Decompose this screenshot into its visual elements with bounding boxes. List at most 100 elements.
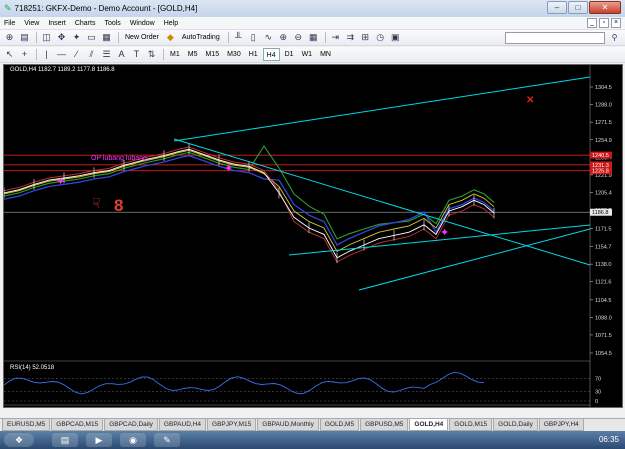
candlestick-icon[interactable]: ▯ xyxy=(247,31,260,44)
periods-icon[interactable]: ◷ xyxy=(374,31,387,44)
price-tick-label: 1054.5 xyxy=(595,351,612,357)
meta-editor-icon[interactable]: ◆ xyxy=(164,31,177,44)
crosshair-icon[interactable]: + xyxy=(18,48,31,61)
vertical-line-icon[interactable]: | xyxy=(40,48,53,61)
menu-view[interactable]: View xyxy=(24,20,39,27)
price-tick-label: 1205.4 xyxy=(595,190,612,196)
price-tick-label: 1104.5 xyxy=(595,298,611,304)
text-icon[interactable]: A xyxy=(115,48,128,61)
price-tick-label: 1288.0 xyxy=(595,103,612,109)
rsi-tick-label: 30 xyxy=(595,389,601,395)
timeframe-h4[interactable]: H4 xyxy=(262,48,280,61)
tile-windows-icon[interactable]: ▦ xyxy=(307,31,320,44)
taskbar: ❖ ▤ ▶ ◉ ✎ 06:35 xyxy=(0,431,625,449)
menu-help[interactable]: Help xyxy=(164,20,178,27)
data-window-icon[interactable]: ✥ xyxy=(55,31,68,44)
start-icon[interactable]: ❖ xyxy=(4,433,34,447)
templates-icon[interactable]: ▣ xyxy=(389,31,402,44)
zoom-out-icon[interactable]: ⊖ xyxy=(292,31,305,44)
chart-tabs: EURUSD,M5 GBPCAD,M15 GBPCAD,Daily GBPAUD,H4… xyxy=(0,418,625,431)
price-tick-label: 1171.5 xyxy=(595,227,611,233)
bar-chart-icon[interactable]: ╨ xyxy=(232,31,245,44)
chart-tab[interactable]: GBPCAD,Daily xyxy=(104,419,158,431)
menu-tools[interactable]: Tools xyxy=(104,20,120,27)
chart-tab[interactable]: GBPJPY,M15 xyxy=(207,419,257,431)
menu-file[interactable]: File xyxy=(4,20,15,27)
chart-tab[interactable]: GOLD,H4 xyxy=(409,419,449,431)
profiles-icon[interactable]: ▤ xyxy=(18,31,31,44)
timeframe-m15[interactable]: M15 xyxy=(202,48,222,61)
chart-window[interactable]: 1304.51288.01271.51254.91238.41221.91205… xyxy=(3,64,623,414)
search-input[interactable] xyxy=(505,32,605,44)
chart-tab[interactable]: GBPAUD,H4 xyxy=(158,419,207,431)
timeframe-h1[interactable]: H1 xyxy=(246,48,261,61)
mdi-minimize-button[interactable]: _ xyxy=(587,18,597,28)
trendline-icon[interactable]: ⁄ xyxy=(70,48,83,61)
mdi-close-button[interactable]: × xyxy=(611,18,621,28)
text-label-icon[interactable]: T xyxy=(130,48,143,61)
line-chart-icon[interactable]: ∿ xyxy=(262,31,275,44)
mdi-restore-button[interactable]: ▫ xyxy=(599,18,609,28)
timeframe-w1[interactable]: W1 xyxy=(299,48,316,61)
app-icon: ✎ xyxy=(4,3,12,13)
terminal-icon[interactable]: ▭ xyxy=(85,31,98,44)
maximize-button[interactable]: □ xyxy=(568,1,588,14)
minimize-button[interactable]: – xyxy=(547,1,567,14)
timeframe-d1[interactable]: D1 xyxy=(282,48,297,61)
menu-insert[interactable]: Insert xyxy=(48,20,66,27)
search-icon[interactable]: ⚲ xyxy=(608,32,621,44)
price-tick-label: 1271.5 xyxy=(595,120,612,126)
timeframe-m5[interactable]: M5 xyxy=(185,48,201,61)
navigator-icon[interactable]: ✦ xyxy=(70,31,83,44)
price-badge-label: 1240.5 xyxy=(592,153,609,159)
menu-window[interactable]: Window xyxy=(130,20,155,27)
new-order-button[interactable]: New Order xyxy=(122,31,162,44)
new-chart-icon[interactable]: ⊕ xyxy=(3,31,16,44)
autoscroll-icon[interactable]: ⇉ xyxy=(344,31,357,44)
buy-arrow-icon: ✦ xyxy=(56,176,65,188)
chart-background xyxy=(4,65,622,407)
cursor-icon[interactable]: ↖ xyxy=(3,48,16,61)
equidistant-channel-icon[interactable]: ⫽ xyxy=(85,48,98,61)
window-title: 718251: GKFX-Demo - Demo Account - [GOLD… xyxy=(14,4,198,13)
timeframe-m1[interactable]: M1 xyxy=(167,48,183,61)
horizontal-line-icon[interactable]: — xyxy=(55,48,68,61)
autotrading-button[interactable]: AutoTrading xyxy=(179,31,223,44)
zoom-in-icon[interactable]: ⊕ xyxy=(277,31,290,44)
timeframe-mn[interactable]: MN xyxy=(317,48,334,61)
price-badge-label: 1186.8 xyxy=(592,210,608,216)
price-tick-label: 1071.5 xyxy=(595,333,612,339)
rsi-tick-label: 70 xyxy=(595,377,601,383)
line-studies-toolbar: ↖ + | — ⁄ ⫽ ☰ A T ⇅ M1 M5 M15 M30 H1 H4 … xyxy=(0,47,625,63)
menu-charts[interactable]: Charts xyxy=(75,20,96,27)
price-tick-label: 1154.7 xyxy=(595,244,611,250)
timeframe-m30[interactable]: M30 xyxy=(224,48,244,61)
level-marker-icon: 8 xyxy=(114,196,123,215)
chart-shift-icon[interactable]: ⇥ xyxy=(329,31,342,44)
price-tick-label: 1121.6 xyxy=(595,280,611,286)
explorer-icon[interactable]: ▤ xyxy=(52,433,78,447)
browser-icon[interactable]: ◉ xyxy=(120,433,146,447)
chart-tab[interactable]: GOLD,Daily xyxy=(493,419,538,431)
chart-canvas[interactable]: 1304.51288.01271.51254.91238.41221.91205… xyxy=(3,65,622,414)
chart-tab[interactable]: EURUSD,M5 xyxy=(2,419,51,431)
chart-tab[interactable]: GBPCAD,M15 xyxy=(51,419,104,431)
chart-tab[interactable]: GOLD,M5 xyxy=(319,419,360,431)
chart-tab[interactable]: GBPAUD,Monthly xyxy=(257,419,319,431)
cross-marker-icon: ✕ xyxy=(526,95,534,106)
market-watch-icon[interactable]: ◫ xyxy=(40,31,53,44)
fibonacci-icon[interactable]: ☰ xyxy=(100,48,113,61)
rsi-label: RSI(14) 52.0518 xyxy=(10,365,55,371)
menu-bar: File View Insert Charts Tools Window Hel… xyxy=(0,17,625,30)
close-button[interactable]: ✕ xyxy=(589,1,621,14)
tester-icon[interactable]: ▦ xyxy=(100,31,113,44)
chart-tab[interactable]: GBPJPY,H4 xyxy=(538,419,584,431)
indicators-icon[interactable]: ⊞ xyxy=(359,31,372,44)
terminal-app-icon[interactable]: ✎ xyxy=(154,433,180,447)
arrows-icon[interactable]: ⇅ xyxy=(145,48,158,61)
thumbs-down-icon: ☟ xyxy=(92,195,101,211)
media-icon[interactable]: ▶ xyxy=(86,433,112,447)
chart-tab[interactable]: GBPUSD,M5 xyxy=(360,419,409,431)
chart-tab[interactable]: GOLD,M15 xyxy=(449,419,493,431)
rsi-tick-label: 0 xyxy=(595,399,598,405)
